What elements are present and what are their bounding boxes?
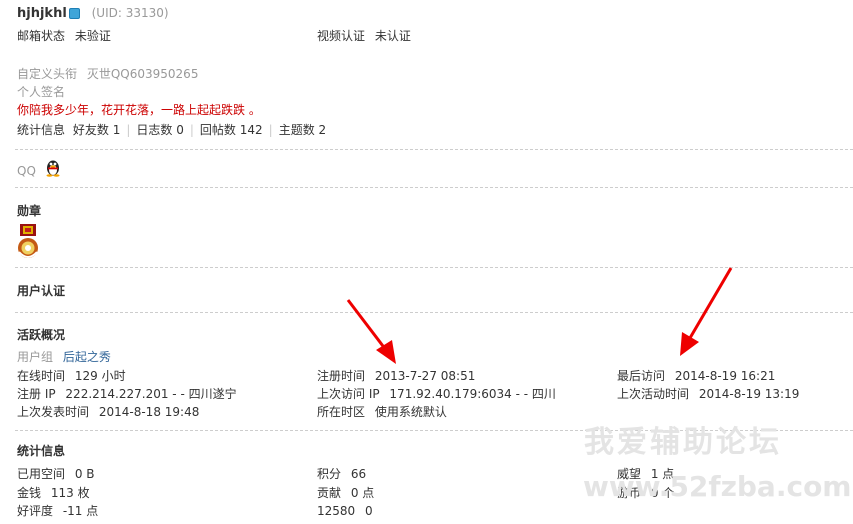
- annotation-arrows: [346, 267, 733, 364]
- red-arrow-icon: [680, 267, 733, 356]
- red-arrow-icon: [346, 299, 396, 364]
